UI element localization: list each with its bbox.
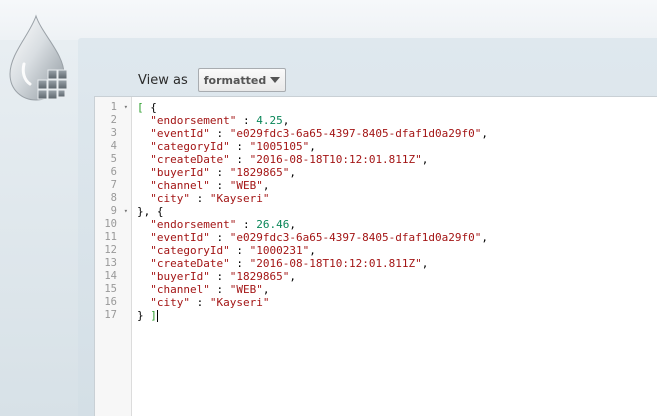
code-line: "createDate" : "2016-08-18T10:12:01.811Z…	[150, 153, 429, 166]
line-number: 9 ▾	[110, 205, 128, 218]
code-line: "buyerId" : "1829865",	[150, 270, 296, 283]
line-number: 7	[110, 179, 117, 191]
line-number: 17	[104, 309, 117, 321]
code-line: "categoryId" : "1005105",	[150, 140, 316, 153]
water-drop-logo-icon	[4, 14, 76, 106]
line-number: 14	[104, 270, 117, 282]
line-number: 2	[110, 114, 117, 126]
line-number: 5	[110, 153, 117, 165]
chevron-down-icon[interactable]	[269, 77, 280, 83]
code-line: "city" : "Kayseri"	[150, 192, 270, 205]
code-area[interactable]: [ { "endorsement" : 4.25, "eventId" : "e…	[137, 97, 657, 322]
line-number: 8	[110, 192, 117, 204]
line-number: 6	[110, 166, 117, 178]
code-line: "channel" : "WEB",	[150, 179, 270, 192]
fold-toggle-icon[interactable]: ▾	[124, 101, 128, 114]
code-line: "categoryId" : "1000231",	[150, 244, 316, 257]
line-number: 4	[110, 140, 117, 152]
json-editor[interactable]: 1 ▾ 2 3 4 5 6 7 8 9 ▾ 10 11 12 13 14 15 16 17 [ { "endorse…	[94, 96, 657, 416]
line-number: 3	[110, 127, 117, 139]
code-line: "endorsement" : 4.25,	[150, 114, 290, 127]
view-mode-value: formatted	[203, 73, 267, 87]
line-number-gutter: 1 ▾ 2 3 4 5 6 7 8 9 ▾ 10 11 12 13 14 15 16 17	[95, 97, 132, 416]
top-band	[0, 0, 657, 40]
code-line: } ]	[137, 309, 158, 322]
code-line: "channel" : "WEB",	[150, 283, 270, 296]
code-line: "eventId" : "e029fdc3-6a65-4397-8405-dfa…	[150, 127, 489, 140]
text-cursor	[156, 310, 158, 322]
code-line: "createDate" : "2016-08-18T10:12:01.811Z…	[150, 257, 429, 270]
code-line: "buyerId" : "1829865",	[150, 166, 296, 179]
line-number: 1 ▾	[110, 101, 128, 114]
code-line: "endorsement" : 26.46,	[150, 218, 296, 231]
fold-toggle-icon[interactable]: ▾	[124, 205, 128, 218]
view-as-label: View as	[138, 72, 188, 88]
code-line: [ {	[137, 101, 157, 114]
view-as-row: View as formatted	[138, 66, 286, 94]
code-line: "city" : "Kayseri"	[150, 296, 270, 309]
line-number: 10	[104, 218, 117, 230]
code-line: }, {	[137, 205, 164, 218]
code-line: "eventId" : "e029fdc3-6a65-4397-8405-dfa…	[150, 231, 489, 244]
line-number: 12	[104, 244, 117, 256]
line-number: 11	[104, 231, 117, 243]
line-number: 15	[104, 283, 117, 295]
view-mode-select[interactable]: formatted	[197, 68, 286, 92]
line-number: 16	[104, 296, 117, 308]
line-number: 13	[104, 257, 117, 269]
